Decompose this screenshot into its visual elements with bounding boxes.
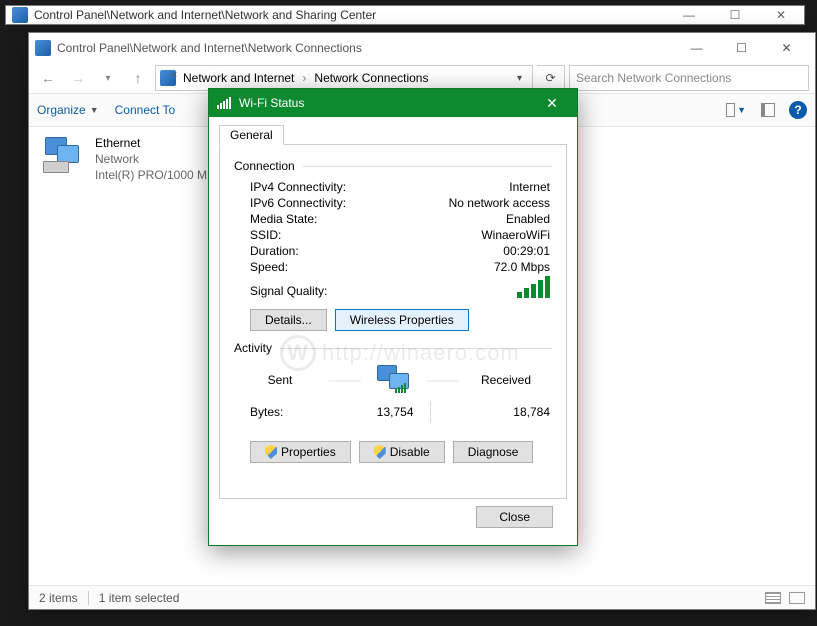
speed-value: 72.0 Mbps [494, 260, 550, 274]
connect-to-button[interactable]: Connect To [115, 103, 176, 117]
ipv6-value: No network access [449, 196, 550, 210]
search-input[interactable]: Search Network Connections [569, 65, 809, 91]
bytes-label: Bytes: [250, 405, 310, 419]
dash-icon: ——— [427, 373, 457, 387]
ipv4-value: Internet [509, 180, 550, 194]
breadcrumb-icon [160, 70, 176, 86]
bytes-sent-value: 13,754 [310, 405, 414, 419]
view-options-button[interactable]: ▼ [725, 99, 747, 121]
control-panel-icon [12, 7, 28, 23]
breadcrumb-dropdown-icon[interactable]: ▾ [514, 73, 528, 84]
preview-pane-button[interactable] [757, 99, 779, 121]
maximize-icon[interactable]: ☐ [718, 8, 752, 22]
up-button[interactable]: ↑ [125, 65, 151, 91]
duration-label: Duration: [250, 244, 299, 258]
details-view-icon[interactable] [765, 592, 781, 604]
network-adapter-icon [43, 135, 83, 175]
signal-quality-label: Signal Quality: [250, 284, 327, 298]
bytes-received-value: 18,784 [447, 405, 551, 419]
status-item-count: 2 items [39, 591, 78, 605]
details-button[interactable]: Details... [250, 309, 327, 331]
connect-to-label: Connect To [115, 103, 176, 117]
speed-label: Speed: [250, 260, 288, 274]
ipv6-label: IPv6 Connectivity: [250, 196, 346, 210]
close-button[interactable]: Close [476, 506, 553, 528]
shield-icon [374, 445, 386, 459]
forward-button[interactable]: → [65, 65, 91, 91]
search-placeholder: Search Network Connections [576, 71, 731, 85]
recent-locations-button[interactable]: ▾ [95, 65, 121, 91]
tab-general[interactable]: General [219, 125, 284, 145]
dash-icon: ——— [329, 373, 359, 387]
disable-button[interactable]: Disable [359, 441, 445, 463]
close-icon[interactable]: ✕ [764, 8, 798, 22]
wireless-properties-button[interactable]: Wireless Properties [335, 309, 469, 331]
minimize-icon[interactable]: — [672, 8, 706, 22]
dialog-close-button[interactable]: ✕ [535, 95, 569, 112]
help-button[interactable]: ? [789, 101, 807, 119]
shield-icon [265, 445, 277, 459]
window-title: Control Panel\Network and Internet\Netwo… [57, 41, 674, 55]
tab-panel: Connection IPv4 Connectivity: Internet IP… [219, 145, 567, 499]
status-selection: 1 item selected [99, 591, 180, 605]
diagnose-button[interactable]: Diagnose [453, 441, 534, 463]
ssid-label: SSID: [250, 228, 281, 242]
chevron-down-icon: ▼ [90, 105, 99, 115]
background-window-controls: — ☐ ✕ [672, 8, 798, 22]
group-activity-label: Activity [234, 341, 272, 355]
organize-menu[interactable]: Organize ▼ [37, 103, 99, 117]
window-titlebar[interactable]: Control Panel\Network and Internet\Netwo… [29, 33, 815, 63]
adapter-device: Intel(R) PRO/1000 M [95, 167, 207, 183]
disable-label: Disable [390, 445, 430, 459]
properties-button[interactable]: Properties [250, 441, 351, 463]
chevron-right-icon[interactable]: › [299, 71, 309, 85]
organize-label: Organize [37, 103, 86, 117]
minimize-button[interactable]: — [674, 34, 719, 62]
signal-quality-bars-icon [517, 276, 550, 298]
ssid-value: WinaeroWiFi [481, 228, 550, 242]
adapter-status: Network [95, 151, 207, 167]
breadcrumb-item[interactable]: Network and Internet [180, 71, 297, 85]
close-button[interactable]: ✕ [764, 34, 809, 62]
activity-network-icon [373, 365, 413, 395]
received-label: Received [471, 373, 541, 387]
tab-strip: General [219, 123, 567, 145]
wifi-status-dialog: Wi-Fi Status ✕ General Connection IPv4 C… [208, 88, 578, 546]
status-bar: 2 items 1 item selected [29, 585, 815, 609]
large-icons-view-icon[interactable] [789, 592, 805, 604]
signal-icon [217, 97, 231, 109]
duration-value: 00:29:01 [503, 244, 550, 258]
background-window-titlebar: Control Panel\Network and Internet\Netwo… [5, 5, 805, 25]
media-state-value: Enabled [506, 212, 550, 226]
media-state-label: Media State: [250, 212, 317, 226]
properties-label: Properties [281, 445, 336, 459]
background-window-title: Control Panel\Network and Internet\Netwo… [34, 8, 672, 22]
sent-label: Sent [245, 373, 315, 387]
ipv4-label: IPv4 Connectivity: [250, 180, 346, 194]
control-panel-icon [35, 40, 51, 56]
breadcrumb-item[interactable]: Network Connections [311, 71, 431, 85]
adapter-name: Ethernet [95, 135, 207, 151]
group-connection-label: Connection [234, 159, 295, 173]
dialog-titlebar[interactable]: Wi-Fi Status ✕ [209, 89, 577, 117]
back-button[interactable]: ← [35, 65, 61, 91]
maximize-button[interactable]: ☐ [719, 34, 764, 62]
dialog-title: Wi-Fi Status [239, 96, 535, 110]
